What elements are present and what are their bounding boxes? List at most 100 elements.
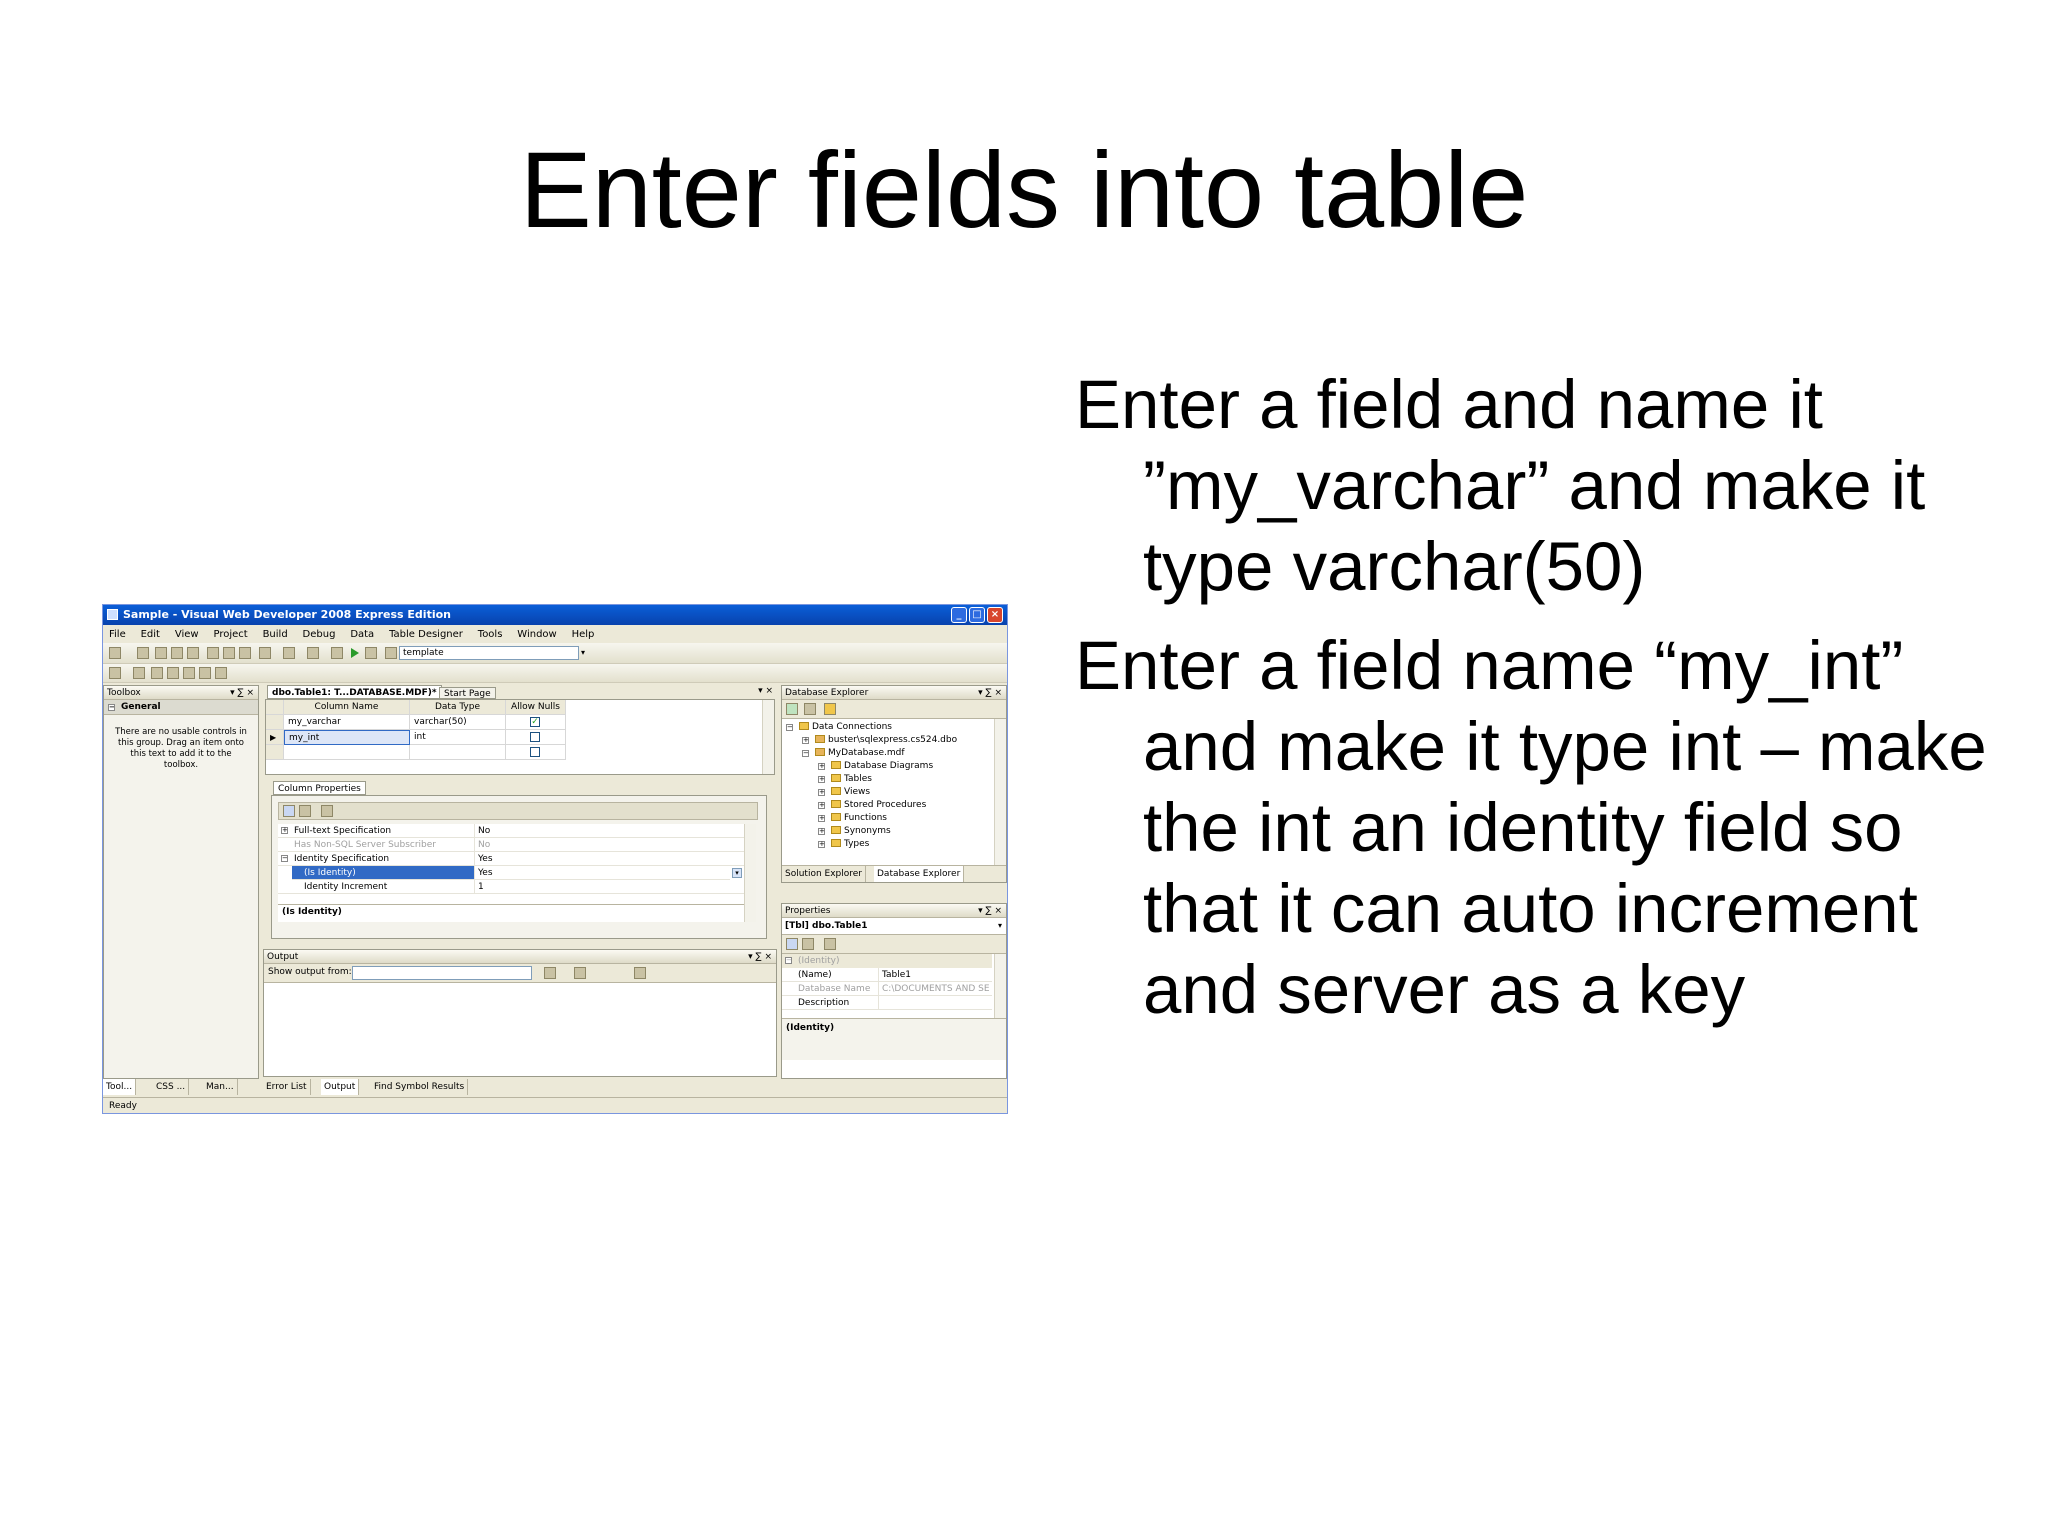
undo-icon[interactable] (259, 647, 271, 659)
tab-css[interactable]: CSS ... (153, 1079, 190, 1095)
refresh-icon[interactable] (786, 703, 798, 715)
tree-item[interactable]: − MyDatabase.mdf (802, 747, 905, 760)
tree-scrollbar[interactable] (994, 719, 1006, 865)
collapse-icon[interactable]: − (786, 724, 793, 731)
menu-debug[interactable]: Debug (303, 629, 336, 640)
tree-item[interactable]: + Database Diagrams (818, 760, 933, 773)
dropdown-icon[interactable]: ▾ (998, 918, 1002, 934)
menu-data[interactable]: Data (350, 629, 374, 640)
expand-icon[interactable]: + (818, 802, 825, 809)
panel-controls-icon[interactable]: ▾ ∑ × (978, 904, 1002, 918)
paste-icon[interactable] (239, 647, 251, 659)
toolbox-group-general[interactable]: − General (104, 700, 258, 715)
tab-error-list[interactable]: Error List (263, 1079, 311, 1095)
properties-scrollbar[interactable] (994, 954, 1006, 1018)
row-data-type[interactable]: varchar(50) (410, 715, 506, 730)
prop-group[interactable]: − (Identity) (782, 954, 992, 968)
prop-row[interactable]: Description (782, 996, 992, 1010)
check-constraints-icon[interactable] (215, 667, 227, 679)
save-icon[interactable] (171, 647, 183, 659)
set-primary-key-icon[interactable] (133, 667, 145, 679)
output-source-select[interactable] (352, 966, 532, 980)
panel-controls-icon[interactable]: ▾ ∑ × (230, 686, 254, 700)
property-pages-icon[interactable] (824, 938, 836, 950)
word-wrap-icon[interactable] (634, 967, 646, 979)
indexes-keys-icon[interactable] (167, 667, 179, 679)
row-column-name[interactable]: my_varchar (284, 715, 410, 730)
cut-icon[interactable] (207, 647, 219, 659)
tree-item[interactable]: + Views (818, 786, 870, 799)
allow-nulls-checkbox[interactable]: ✓ (530, 717, 540, 727)
menu-edit[interactable]: Edit (141, 629, 160, 640)
find-message-icon[interactable] (544, 967, 556, 979)
xml-indexes-icon[interactable] (199, 667, 211, 679)
allow-nulls-checkbox[interactable] (530, 732, 540, 742)
tab-database-explorer[interactable]: Database Explorer (874, 866, 965, 882)
save-all-icon[interactable] (187, 647, 199, 659)
generate-change-script-icon[interactable] (109, 667, 121, 679)
stop-refresh-icon[interactable] (804, 703, 816, 715)
prop-row[interactable]: Identity Increment 1 (278, 880, 744, 894)
allow-nulls-checkbox[interactable] (530, 747, 540, 757)
menu-table-designer[interactable]: Table Designer (389, 629, 463, 640)
categorized-icon[interactable] (283, 805, 295, 817)
prop-row[interactable]: Database Name C:\DOCUMENTS AND SE (782, 982, 992, 996)
new-project-icon[interactable] (109, 647, 121, 659)
tab-output[interactable]: Output (321, 1079, 360, 1095)
find-combo[interactable]: template (399, 646, 579, 660)
relationships-icon[interactable] (151, 667, 163, 679)
property-pages-icon[interactable] (321, 805, 333, 817)
categorized-icon[interactable] (786, 938, 798, 950)
dropdown-icon[interactable]: ▾ (732, 868, 742, 878)
fulltext-index-icon[interactable] (183, 667, 195, 679)
table-row[interactable]: my_varchar varchar(50) ✓ (266, 715, 566, 730)
tree-item[interactable]: + Synonyms (818, 825, 891, 838)
grid-scrollbar[interactable] (762, 700, 774, 774)
tab-table-designer[interactable]: dbo.Table1: T...DATABASE.MDF)* (267, 685, 442, 699)
properties-object-select[interactable]: [Tbl] dbo.Table1 ▾ (782, 918, 1006, 935)
expand-icon[interactable]: + (818, 828, 825, 835)
expand-icon[interactable]: + (818, 841, 825, 848)
alphabetical-icon[interactable] (299, 805, 311, 817)
tab-start-page[interactable]: Start Page (439, 687, 496, 699)
clear-all-icon[interactable] (574, 967, 586, 979)
minimize-icon[interactable]: _ (951, 607, 967, 623)
properties-scrollbar[interactable] (744, 824, 756, 922)
close-icon[interactable]: × (987, 607, 1003, 623)
panel-controls-icon[interactable]: ▾ ∑ × (748, 950, 772, 964)
tab-toolbox[interactable]: Tool... (103, 1079, 137, 1095)
prop-row[interactable]: + Full-text Specification No (278, 824, 744, 838)
tree-item[interactable]: + Tables (818, 773, 872, 786)
menu-window[interactable]: Window (517, 629, 556, 640)
start-debug-icon[interactable] (351, 648, 359, 658)
tree-item[interactable]: + Stored Procedures (818, 799, 926, 812)
menu-file[interactable]: File (109, 629, 126, 640)
redo-icon[interactable] (283, 647, 295, 659)
doc-controls-icon[interactable]: ▾ × (758, 686, 773, 696)
add-item-icon[interactable] (137, 647, 149, 659)
row-column-name[interactable]: my_int (284, 730, 410, 745)
expand-icon[interactable]: + (818, 789, 825, 796)
find-in-files-icon[interactable] (385, 647, 397, 659)
expand-icon[interactable]: + (818, 776, 825, 783)
expand-icon[interactable]: + (802, 737, 809, 744)
expand-icon[interactable]: + (818, 815, 825, 822)
find-icon[interactable] (365, 647, 377, 659)
combo-dropdown-icon[interactable]: ▾ (581, 648, 585, 657)
table-row[interactable]: ▶ my_int int (266, 730, 566, 745)
open-icon[interactable] (155, 647, 167, 659)
alphabetical-icon[interactable] (802, 938, 814, 950)
prop-row[interactable]: Has Non-SQL Server Subscriber No (278, 838, 744, 852)
tab-solution-explorer[interactable]: Solution Explorer (782, 866, 866, 882)
collapse-icon[interactable]: − (785, 957, 792, 964)
collapse-icon[interactable]: − (802, 750, 809, 757)
tree-item[interactable]: + Types (818, 838, 869, 851)
tab-column-properties[interactable]: Column Properties (273, 781, 366, 795)
tree-item[interactable]: − Data Connections (786, 721, 892, 734)
expand-icon[interactable]: + (818, 763, 825, 770)
navigate-forward-icon[interactable] (331, 647, 343, 659)
menu-tools[interactable]: Tools (478, 629, 503, 640)
menu-build[interactable]: Build (263, 629, 288, 640)
navigate-back-icon[interactable] (307, 647, 319, 659)
collapse-icon[interactable]: − (108, 704, 115, 711)
